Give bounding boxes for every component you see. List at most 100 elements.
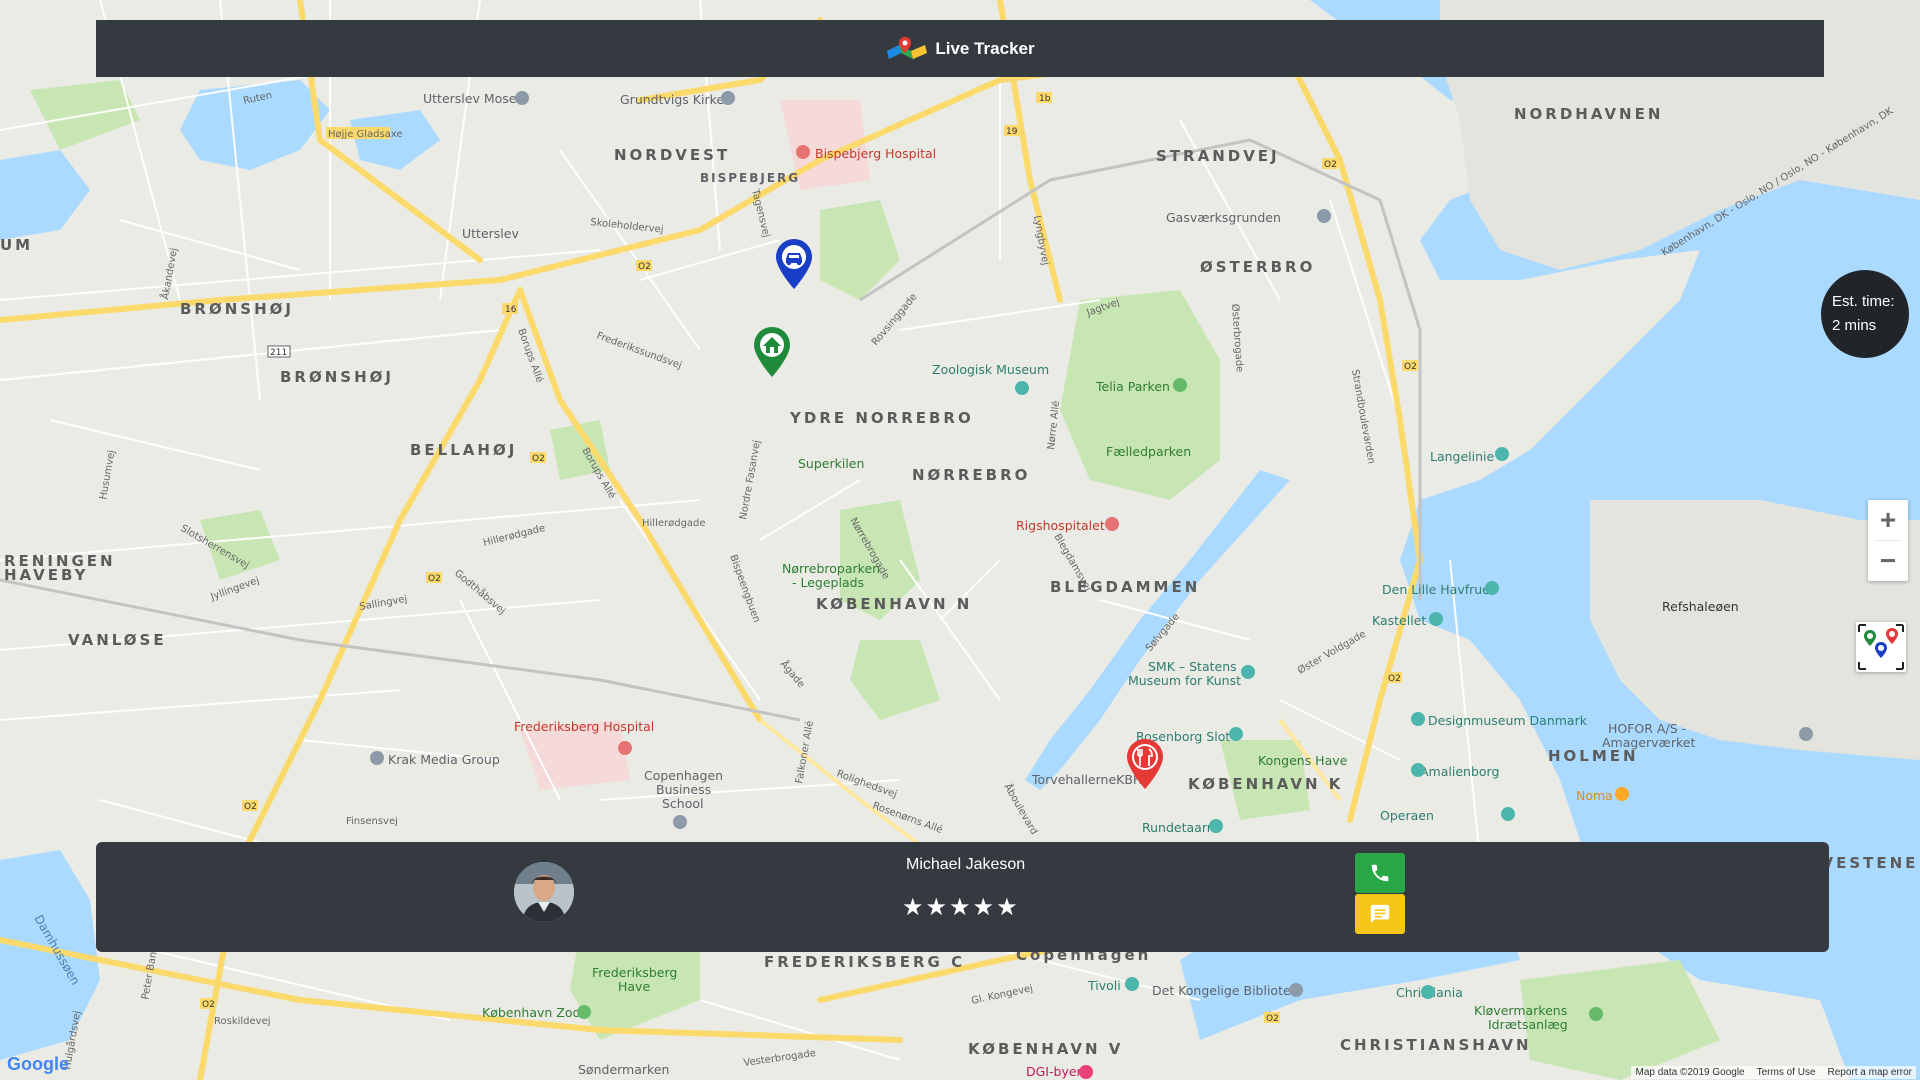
svg-text:Business: Business xyxy=(656,782,711,797)
google-logo[interactable]: Google xyxy=(7,1054,69,1075)
svg-text:O2: O2 xyxy=(638,262,651,272)
svg-text:Bispebjerg Hospital: Bispebjerg Hospital xyxy=(815,146,936,161)
svg-text:O2: O2 xyxy=(428,574,441,584)
chat-icon xyxy=(1370,904,1390,924)
map-data-credit: Map data ©2019 Google xyxy=(1635,1067,1745,1078)
svg-text:Fælledparken: Fælledparken xyxy=(1106,444,1191,459)
home-marker-icon[interactable] xyxy=(753,326,791,378)
svg-text:Søndermarken: Søndermarken xyxy=(578,1062,669,1077)
brand[interactable]: Live Tracker xyxy=(885,35,1035,63)
restaurant-marker-icon[interactable] xyxy=(1126,738,1164,790)
svg-text:FREDERIKSBERG C: FREDERIKSBERG C xyxy=(764,953,965,971)
svg-text:Utterslev: Utterslev xyxy=(462,226,519,241)
svg-text:HAVEBY: HAVEBY xyxy=(4,566,88,584)
car-marker-icon[interactable] xyxy=(775,238,813,290)
svg-text:Have: Have xyxy=(618,979,650,994)
svg-text:Designmuseum Danmark: Designmuseum Danmark xyxy=(1428,713,1588,728)
svg-text:VANLØSE: VANLØSE xyxy=(68,631,167,649)
svg-text:19: 19 xyxy=(1006,127,1018,137)
driver-rating: ★ ★ ★ ★ ★ xyxy=(902,896,1018,920)
svg-text:CHRISTIANSHAVN: CHRISTIANSHAVN xyxy=(1340,1036,1532,1054)
svg-text:Amalienborg: Amalienborg xyxy=(1420,764,1499,779)
svg-text:Finsensvej: Finsensvej xyxy=(346,816,398,827)
fit-markers-icon xyxy=(1858,624,1904,670)
terms-link[interactable]: Terms of Use xyxy=(1757,1067,1816,1078)
svg-text:O2: O2 xyxy=(1404,362,1417,372)
svg-text:O2: O2 xyxy=(1324,160,1337,170)
eta-value: 2 mins xyxy=(1832,317,1877,334)
svg-text:O2: O2 xyxy=(244,802,257,812)
svg-text:NØRREBRO: NØRREBRO xyxy=(912,466,1030,484)
svg-text:SMK – Statens: SMK – Statens xyxy=(1148,659,1237,674)
svg-text:NORDHAVNEN: NORDHAVNEN xyxy=(1514,105,1663,123)
report-error-link[interactable]: Report a map error xyxy=(1828,1067,1912,1078)
app-title: Live Tracker xyxy=(935,38,1035,58)
svg-text:BELLAHØJ: BELLAHØJ xyxy=(410,441,517,459)
svg-text:Langelinie: Langelinie xyxy=(1430,449,1495,464)
svg-text:Telia Parken: Telia Parken xyxy=(1095,379,1170,394)
svg-text:School: School xyxy=(662,796,704,811)
svg-text:- Legeplads: - Legeplads xyxy=(792,575,864,590)
app-header: Live Tracker xyxy=(96,20,1824,77)
driver-panel: Michael Jakeson ★ ★ ★ ★ ★ xyxy=(96,842,1829,952)
svg-text:O2: O2 xyxy=(532,454,545,464)
rating-star: ★ xyxy=(925,894,948,921)
svg-text:København Zoo: København Zoo xyxy=(482,1005,580,1020)
svg-text:16: 16 xyxy=(505,305,517,315)
svg-text:Amagerværket: Amagerværket xyxy=(1602,735,1695,750)
svg-text:BISPEBJERG: BISPEBJERG xyxy=(700,171,800,185)
rating-star: ★ xyxy=(949,894,971,921)
svg-text:KØBENHAVN V: KØBENHAVN V xyxy=(968,1040,1123,1058)
zoom-out-button[interactable]: − xyxy=(1868,541,1908,581)
svg-text:Zoologisk Museum: Zoologisk Museum xyxy=(932,362,1049,377)
svg-text:Operaen: Operaen xyxy=(1380,808,1434,823)
svg-text:STRANDVEJ: STRANDVEJ xyxy=(1156,147,1280,165)
svg-text:BRØNSHØJ: BRØNSHØJ xyxy=(280,368,394,386)
svg-text:1b: 1b xyxy=(1039,94,1051,104)
svg-text:O2: O2 xyxy=(1388,674,1401,684)
folded-map-icon xyxy=(887,36,928,59)
svg-text:KØBENHAVN K: KØBENHAVN K xyxy=(1188,775,1343,793)
zoom-in-button[interactable]: + xyxy=(1868,500,1908,540)
svg-text:Krak Media Group: Krak Media Group xyxy=(388,752,500,767)
svg-text:Grundtvigs Kirke: Grundtvigs Kirke xyxy=(620,92,724,107)
svg-text:Kløvermarkens: Kløvermarkens xyxy=(1474,1003,1567,1018)
svg-text:Tivoli: Tivoli xyxy=(1087,978,1121,993)
svg-text:BLEGDAMMEN: BLEGDAMMEN xyxy=(1050,578,1200,596)
svg-text:Copenhagen: Copenhagen xyxy=(644,768,723,783)
svg-text:Gasværksgrunden: Gasværksgrunden xyxy=(1166,210,1281,225)
call-button[interactable] xyxy=(1355,853,1405,893)
svg-text:Den Lille Havfrue: Den Lille Havfrue xyxy=(1382,582,1490,597)
svg-text:Frederiksberg: Frederiksberg xyxy=(592,965,677,980)
svg-text:UM: UM xyxy=(0,236,33,254)
svg-text:Idrætsanlæg: Idrætsanlæg xyxy=(1488,1017,1568,1032)
svg-text:211: 211 xyxy=(270,348,287,358)
svg-text:ØSTERBRO: ØSTERBRO xyxy=(1200,258,1315,276)
svg-text:Noma: Noma xyxy=(1576,788,1613,803)
svg-text:Frederiksberg Hospital: Frederiksberg Hospital xyxy=(514,719,654,734)
svg-text:Museum for Kunst: Museum for Kunst xyxy=(1128,673,1241,688)
svg-text:Roskildevej: Roskildevej xyxy=(214,1016,271,1027)
svg-text:Det Kongelige Bibliotek: Det Kongelige Bibliotek xyxy=(1152,983,1299,998)
message-button[interactable] xyxy=(1355,894,1405,934)
phone-icon xyxy=(1371,864,1389,882)
driver-avatar[interactable] xyxy=(514,862,574,922)
map-footer: Map data ©2019 Google Terms of Use Repor… xyxy=(1631,1066,1916,1079)
fit-markers-button[interactable] xyxy=(1856,622,1906,672)
svg-text:O2: O2 xyxy=(202,1000,215,1010)
svg-text:Utterslev Mose: Utterslev Mose xyxy=(423,91,517,106)
google-logo-text: Google xyxy=(7,1054,69,1074)
svg-text:NORDVEST: NORDVEST xyxy=(614,146,730,164)
svg-text:Rundetaarn: Rundetaarn xyxy=(1142,820,1215,835)
svg-text:Refshaleøen: Refshaleøen xyxy=(1662,599,1739,614)
rating-star: ★ xyxy=(996,894,1018,921)
svg-text:DGI-byen: DGI-byen xyxy=(1026,1064,1084,1079)
svg-text:HOFOR A/S -: HOFOR A/S - xyxy=(1608,721,1686,736)
svg-text:Kongens Have: Kongens Have xyxy=(1258,753,1348,768)
svg-text:YDRE NORREBRO: YDRE NORREBRO xyxy=(789,409,974,427)
svg-text:KØBENHAVN N: KØBENHAVN N xyxy=(816,595,972,613)
driver-name: Michael Jakeson xyxy=(906,856,1026,873)
svg-text:Højje Gladsaxe: Højje Gladsaxe xyxy=(328,129,403,140)
svg-text:Rigshospitalet: Rigshospitalet xyxy=(1016,518,1105,533)
svg-text:Nørrebroparken: Nørrebroparken xyxy=(782,561,880,576)
